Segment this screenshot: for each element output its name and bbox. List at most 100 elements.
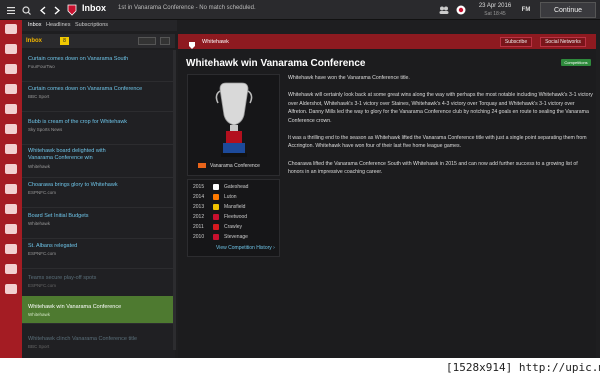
message-source: ESPNFC.com <box>28 283 57 288</box>
menu-icon[interactable] <box>6 0 16 20</box>
message-source: Whitehawk <box>28 312 51 317</box>
competitions-icon[interactable] <box>5 204 17 214</box>
message-headline: Whitehawk win Vanarama Conference <box>186 58 366 69</box>
continue-button[interactable]: Continue <box>540 2 596 18</box>
inbox-title: Inbox <box>26 38 42 44</box>
winner-year: 2010 <box>193 234 205 240</box>
club-crest-icon[interactable] <box>66 0 78 20</box>
message-title: Whitehawk clinch Vanarama Conference tit… <box>28 336 138 342</box>
club-crest-icon <box>188 37 196 55</box>
back-icon[interactable] <box>38 0 48 20</box>
winner-year: 2014 <box>193 194 205 200</box>
club-header-bar: Whitehawk Subscribe Social Networks <box>178 34 596 49</box>
staff-icon[interactable] <box>5 84 17 94</box>
table-row[interactable]: 2011 Crawley <box>188 222 281 232</box>
schedule-icon[interactable] <box>5 184 17 194</box>
competition-logo-icon <box>198 163 206 168</box>
message-source: ESPNFC.com <box>28 190 57 195</box>
message-title: Curtain comes down on Vanarama South <box>28 56 129 62</box>
forward-icon[interactable] <box>52 0 62 20</box>
message-title: St. Albans relegated <box>28 243 78 249</box>
club-badge-icon <box>213 224 219 230</box>
tactics-icon[interactable] <box>5 64 17 74</box>
competitions-badge: Competitions <box>561 59 591 66</box>
tab-inbox[interactable]: Inbox <box>28 22 41 28</box>
search-icon[interactable] <box>20 0 32 20</box>
fm-logo-icon[interactable]: FM <box>518 0 534 20</box>
list-item[interactable]: Whitehawk clinch Vanarama Conference tit… <box>22 332 175 358</box>
winner-year: 2015 <box>193 184 205 190</box>
list-item[interactable]: Curtain comes down on Vanarama Conferenc… <box>22 82 175 112</box>
navigation-rail <box>0 20 22 358</box>
list-item[interactable]: Board Set Initial Budgets Whitehawk <box>22 209 175 239</box>
winner-team: Gateshead <box>224 184 249 190</box>
club-badge-icon <box>213 204 219 210</box>
trophy-card: Vanarama Conference <box>187 74 280 176</box>
winner-team: Fleetwood <box>224 214 248 220</box>
article-body: Whitehawk have won the Vanarama Conferen… <box>288 74 593 186</box>
scouting-icon[interactable] <box>5 144 17 154</box>
list-item[interactable]: Curtain comes down on Vanarama South Fou… <box>22 52 175 82</box>
settings-icon[interactable] <box>160 37 170 45</box>
table-row[interactable]: 2013 Mansfield <box>188 202 281 212</box>
message-title: Whitehawk board delighted with Vanarama … <box>28 148 106 161</box>
winner-team: Luton <box>224 194 237 200</box>
article-paragraph: It was a thrilling end to the season as … <box>288 135 587 150</box>
club-badge-icon <box>213 214 219 220</box>
club-name[interactable]: Whitehawk <box>202 39 229 45</box>
transfers-icon[interactable] <box>5 164 17 174</box>
message-source: BBC Sport <box>28 94 50 99</box>
message-title: Board Set Initial Budgets <box>28 213 89 219</box>
list-scrollbar[interactable] <box>173 50 176 350</box>
top-bar: Inbox 1st in Vanarama Conference - No ma… <box>0 0 600 20</box>
club-info-icon[interactable] <box>5 224 17 234</box>
inbox-icon[interactable] <box>5 24 17 34</box>
list-item-selected[interactable]: Whitehawk win Vanarama Conference Whiteh… <box>22 296 175 324</box>
message-title: Whitehawk win Vanarama Conference <box>28 304 122 310</box>
list-item[interactable]: Bubb is cream of the crop for Whitehawk … <box>22 115 175 145</box>
squad-icon[interactable] <box>5 44 17 54</box>
winner-year: 2011 <box>193 224 204 230</box>
winner-team: Mansfield <box>224 204 246 210</box>
world-icon[interactable] <box>5 284 17 294</box>
club-badge-icon[interactable] <box>455 0 467 20</box>
inbox-header: Inbox 8 <box>22 34 175 48</box>
winner-team: Stevenage <box>224 234 248 240</box>
trophy-icon <box>214 81 254 164</box>
club-badge-icon <box>213 194 219 200</box>
message-list: Curtain comes down on Vanarama South Fou… <box>22 50 175 358</box>
social-networks-button[interactable]: Social Networks <box>540 37 586 47</box>
list-item[interactable]: St. Albans relegated ESPNFC.com <box>22 239 175 269</box>
table-row[interactable]: 2015 Gateshead <box>188 182 281 192</box>
finances-icon[interactable] <box>5 244 17 254</box>
winner-year: 2013 <box>193 204 205 210</box>
table-row[interactable]: 2012 Fleetwood <box>188 212 281 222</box>
subscribe-button[interactable]: Subscribe <box>500 37 532 47</box>
message-source: Whitehawk <box>28 221 51 226</box>
table-row[interactable]: 2014 Luton <box>188 192 281 202</box>
status-text: 1st in Vanarama Conference - No match sc… <box>118 5 256 11</box>
watermark-text: [1528x914] http://upic.me/ <box>446 361 600 374</box>
tab-subscriptions[interactable]: Subscriptions <box>75 22 108 28</box>
tab-headlines[interactable]: Headlines <box>46 22 70 28</box>
medical-icon[interactable] <box>5 124 17 134</box>
trophy-caption[interactable]: Vanarama Conference <box>210 163 260 169</box>
club-badge-icon <box>213 184 219 190</box>
view-competition-history-link[interactable]: View Competition History › <box>216 245 275 251</box>
message-title: Curtain comes down on Vanarama Conferenc… <box>28 86 143 92</box>
message-source: FourFourTwo <box>28 64 55 69</box>
past-winners-table: 2015 Gateshead 2014 Luton 2013 Mansfield… <box>187 179 280 257</box>
dev-centre-icon[interactable] <box>5 264 17 274</box>
article-paragraph: Whitehawk have won the Vanarama Conferen… <box>288 75 410 81</box>
filter-dropdown[interactable] <box>138 37 156 45</box>
list-item[interactable]: Choarawa brings glory to Whitehawk ESPNF… <box>22 178 175 208</box>
message-source: Sky Sports News <box>28 127 63 132</box>
table-row[interactable]: 2010 Stevenage <box>188 232 281 242</box>
training-icon[interactable] <box>5 104 17 114</box>
winner-team: Crawley <box>224 224 243 230</box>
article-paragraph: Choarawa lifted the Vanarama Conference … <box>288 160 578 176</box>
message-title: Bubb is cream of the crop for Whitehawk <box>28 119 128 125</box>
people-icon[interactable] <box>438 0 450 20</box>
message-title: Choarawa brings glory to Whitehawk <box>28 182 118 188</box>
list-item[interactable]: Whitehawk board delighted with Vanarama … <box>22 144 175 178</box>
